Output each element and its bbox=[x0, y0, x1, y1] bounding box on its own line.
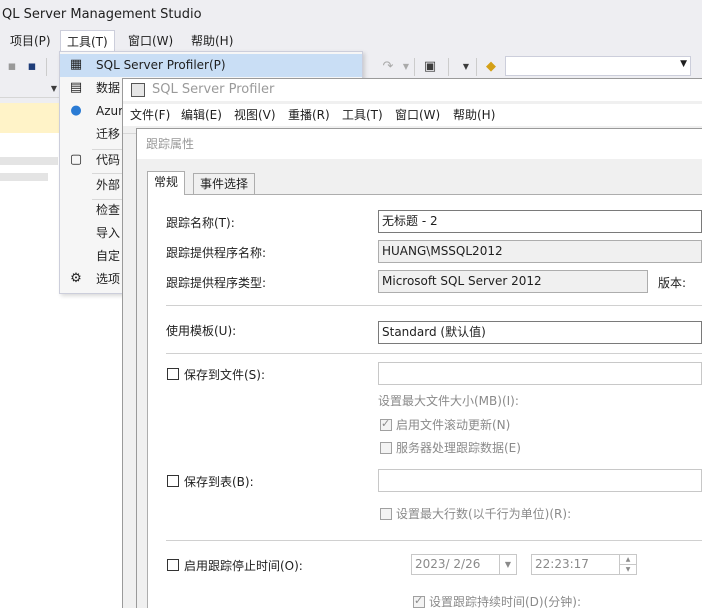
tab-events-selection[interactable]: 事件选择 bbox=[193, 173, 256, 195]
save-all-icon[interactable]: ▪ bbox=[24, 59, 40, 75]
server-processes-checkbox[interactable] bbox=[380, 442, 392, 454]
ssms-title-bar: QL Server Management Studio bbox=[0, 0, 702, 30]
profiler-app-icon bbox=[131, 83, 145, 97]
menu-project[interactable]: 项目(P) bbox=[4, 30, 57, 52]
screenshot-icon[interactable]: ▣ bbox=[422, 59, 438, 75]
menu-help[interactable]: 帮助(H) bbox=[185, 30, 239, 52]
azure-icon: ● bbox=[70, 103, 82, 118]
profiler-icon: ▦ bbox=[69, 57, 83, 72]
file-rollover-checkbox[interactable] bbox=[380, 417, 392, 431]
stop-time-checkbox[interactable] bbox=[167, 559, 179, 571]
profiler-menu-edit[interactable]: 编辑(E) bbox=[181, 104, 222, 126]
find-icon[interactable]: ◆ bbox=[483, 59, 499, 75]
ssms-title: QL Server Management Studio bbox=[2, 7, 202, 22]
dialog-title: 跟踪属性 bbox=[137, 129, 702, 159]
menu-item-profiler[interactable]: ▦ SQL Server Profiler(P) bbox=[60, 54, 362, 77]
duration-label: 设置跟踪持续时间(D)(分钟): bbox=[429, 595, 582, 608]
trace-name-label: 跟踪名称(T): bbox=[166, 216, 235, 230]
profiler-menu-file[interactable]: 文件(F) bbox=[130, 104, 170, 126]
trace-name-input[interactable]: 无标题 - 2 bbox=[378, 210, 702, 233]
toolbar-combo[interactable]: ▼ bbox=[505, 56, 691, 76]
server-processes-label: 服务器处理跟踪数据(E) bbox=[396, 441, 521, 455]
template-select[interactable]: Standard (默认值) bbox=[378, 321, 702, 344]
template-label: 使用模板(U): bbox=[166, 324, 237, 338]
spin-down-icon[interactable]: ▼ bbox=[619, 565, 636, 574]
profiler-title: SQL Server Profiler bbox=[152, 82, 275, 97]
ssms-menubar: 项目(P) 工具(T) 窗口(W) 帮助(H) bbox=[0, 30, 702, 52]
provider-type-label: 跟踪提供程序类型: bbox=[166, 276, 267, 290]
redo-dropdown-icon[interactable]: ▼ bbox=[398, 59, 414, 75]
provider-name-value: HUANG\MSSQL2012 bbox=[378, 240, 702, 263]
info-bar bbox=[0, 103, 62, 133]
menu-window[interactable]: 窗口(W) bbox=[122, 30, 179, 52]
redo-icon[interactable]: ↷ bbox=[380, 59, 396, 75]
stop-time-value: 22:23:17 bbox=[535, 557, 589, 571]
save-to-file-checkbox[interactable] bbox=[167, 368, 179, 380]
save-icon[interactable]: ▪ bbox=[4, 59, 20, 75]
toolbar-dropdown-icon[interactable]: ▼ bbox=[458, 59, 474, 75]
profiler-title-bar: SQL Server Profiler bbox=[123, 79, 702, 101]
profiler-menu-window[interactable]: 窗口(W) bbox=[395, 104, 440, 126]
stop-date-value: 2023/ 2/26 bbox=[415, 557, 481, 571]
provider-name-label: 跟踪提供程序名称: bbox=[166, 246, 267, 260]
profiler-menu-view[interactable]: 视图(V) bbox=[234, 104, 276, 126]
gear-icon: ⚙ bbox=[70, 271, 82, 286]
snippet-icon: ▢ bbox=[69, 152, 83, 167]
profiler-menu-replay[interactable]: 重播(R) bbox=[288, 104, 330, 126]
chevron-down-icon: ▼ bbox=[680, 59, 687, 69]
stop-time-label: 启用跟踪停止时间(O): bbox=[184, 559, 303, 573]
profiler-menu-help[interactable]: 帮助(H) bbox=[453, 104, 495, 126]
stop-date-picker[interactable]: 2023/ 2/26 ▼ bbox=[411, 554, 517, 575]
max-rows-checkbox[interactable] bbox=[380, 508, 392, 520]
chevron-down-icon[interactable]: ▼ bbox=[499, 555, 516, 574]
save-to-table-checkbox[interactable] bbox=[167, 475, 179, 487]
save-to-table-label: 保存到表(B): bbox=[184, 475, 254, 489]
save-to-table-input[interactable] bbox=[378, 469, 702, 492]
menu-tools[interactable]: 工具(T) bbox=[60, 30, 115, 52]
max-file-size-label: 设置最大文件大小(MB)(I): bbox=[378, 394, 519, 408]
tab-general[interactable]: 常规 bbox=[147, 171, 186, 195]
duration-checkbox[interactable] bbox=[413, 594, 425, 608]
save-to-file-input[interactable] bbox=[378, 362, 702, 385]
save-to-file-label: 保存到文件(S): bbox=[184, 368, 266, 382]
spin-up-icon[interactable]: ▲ bbox=[619, 555, 636, 565]
max-rows-label: 设置最大行数(以千行为单位)(R): bbox=[396, 507, 572, 521]
database-icon: ▤ bbox=[69, 80, 83, 95]
file-rollover-label: 启用文件滚动更新(N) bbox=[396, 418, 511, 432]
provider-type-value: Microsoft SQL Server 2012 bbox=[378, 270, 648, 293]
stop-time-picker[interactable]: 22:23:17 ▲ ▼ bbox=[531, 554, 637, 575]
profiler-menu-tools[interactable]: 工具(T) bbox=[342, 104, 383, 126]
profiler-menubar: 文件(F) 编辑(E) 视图(V) 重播(R) 工具(T) 窗口(W) 帮助(H… bbox=[123, 104, 702, 126]
version-label: 版本: bbox=[658, 276, 687, 290]
